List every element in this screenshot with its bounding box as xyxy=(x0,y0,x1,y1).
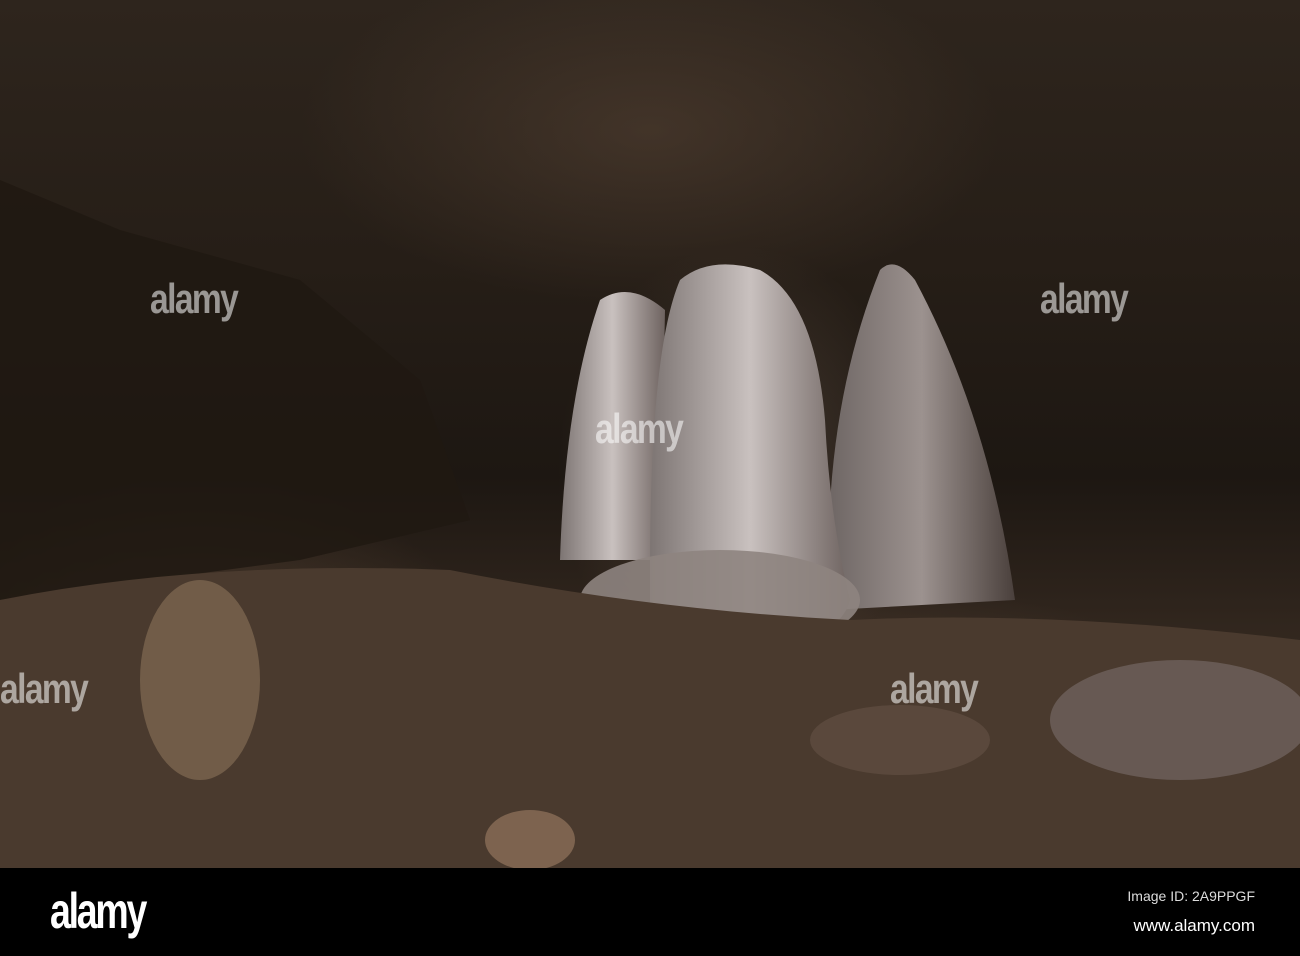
site-url: www.alamy.com xyxy=(1133,916,1255,935)
footer-bar: alamy Image ID: 2A9PPGF www.alamy.com xyxy=(0,868,1300,956)
image-id: Image ID: 2A9PPGF xyxy=(1127,888,1255,904)
watermark: alamy xyxy=(0,665,89,712)
watermark: alamy xyxy=(595,405,684,452)
stalagmite-right xyxy=(828,264,1015,610)
cave-photo: alamy alamy alamy alamy alamy xyxy=(0,0,1300,868)
watermark: alamy xyxy=(890,665,979,712)
rock-bottom xyxy=(485,810,575,868)
alamy-logo: alamy xyxy=(50,883,147,939)
left-rock-mass xyxy=(0,180,470,600)
flowstone-right xyxy=(1050,660,1300,780)
watermark: alamy xyxy=(150,275,239,322)
watermark: alamy xyxy=(1040,275,1129,322)
stock-photo: alamy alamy alamy alamy alamy alamy Imag… xyxy=(0,0,1300,956)
rock-left-foreground xyxy=(140,580,260,780)
flowstone-mid xyxy=(810,705,990,775)
